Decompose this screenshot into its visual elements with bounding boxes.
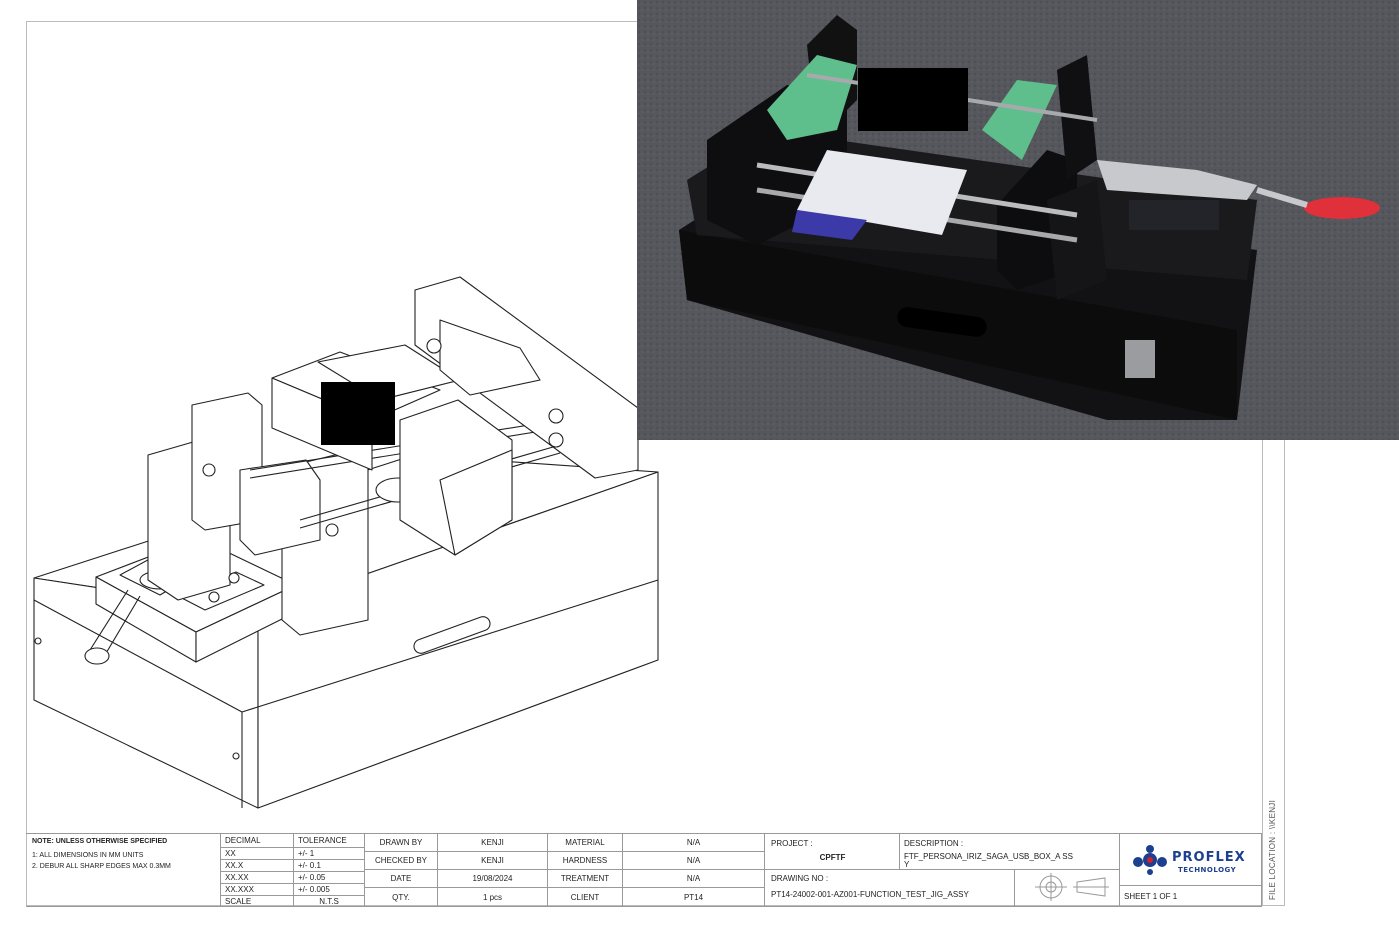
tolerance-value: +/- 1 — [294, 848, 365, 860]
client-value: PT14 — [623, 888, 765, 907]
file-location: FILE LOCATION : \\KENJI — [1268, 799, 1277, 900]
third-angle-projection-icon — [1035, 873, 1109, 901]
qty-label: QTY. — [365, 888, 438, 907]
scale-value: N.T.S — [294, 896, 365, 907]
qty-value: 1 pcs — [438, 888, 548, 907]
checked-by-label: CHECKED BY — [365, 852, 438, 870]
scale-label: SCALE — [221, 896, 294, 907]
jig-photo — [637, 0, 1399, 440]
note-item: 1: ALL DIMENSIONS IN MM UNITS — [32, 852, 144, 859]
decimal-value: XX.XX — [221, 872, 294, 884]
sheet-number: SHEET 1 OF 1 — [1120, 886, 1262, 907]
notes-title: NOTE: UNLESS OTHERWISE SPECIFIED — [32, 838, 168, 845]
project-cell: PROJECT : CPFTF — [765, 834, 900, 870]
description-label: DESCRIPTION : — [904, 839, 964, 848]
client-label: CLIENT — [548, 888, 623, 907]
redaction-box — [321, 382, 395, 445]
redaction-box-photo — [858, 68, 968, 131]
project-value: CPFTF — [819, 853, 846, 862]
tolerance-value: +/- 0.005 — [294, 884, 365, 896]
decimal-header: DECIMAL — [221, 834, 294, 848]
decimal-value: XX.X — [221, 860, 294, 872]
decimal-value: XX.XXX — [221, 884, 294, 896]
date-value: 19/08/2024 — [438, 870, 548, 888]
tolerance-value: +/- 0.05 — [294, 872, 365, 884]
company-logo-cell: PROFLEX TECHNOLOGY — [1120, 834, 1262, 886]
drawing-no-label: DRAWING NO : — [771, 874, 829, 883]
notes-cell: NOTE: UNLESS OTHERWISE SPECIFIED 1: ALL … — [26, 834, 221, 907]
treatment-label: TREATMENT — [548, 870, 623, 888]
tolerance-header: TOLERANCE — [294, 834, 365, 848]
description-value: FTF_PERSONA_IRIZ_SAGA_USB_BOX_A SSY — [904, 852, 1073, 869]
tolerance-value: +/- 0.1 — [294, 860, 365, 872]
proflex-logo-icon — [1133, 845, 1167, 875]
hardness-value: N/A — [623, 852, 765, 870]
projection-symbol-cell — [1015, 870, 1120, 907]
drawn-by-label: DRAWN BY — [365, 834, 438, 852]
description-cell: DESCRIPTION : FTF_PERSONA_IRIZ_SAGA_USB_… — [900, 834, 1120, 870]
hardness-label: HARDNESS — [548, 852, 623, 870]
note-item: 2. DEBUR ALL SHARP EDGES MAX 0.3MM — [32, 863, 171, 870]
title-block: NOTE: UNLESS OTHERWISE SPECIFIED 1: ALL … — [26, 833, 1262, 907]
company-name: PROFLEX — [1172, 850, 1246, 865]
material-value: N/A — [623, 834, 765, 852]
drawing-no-cell: DRAWING NO : PT14-24002-001-AZ001-FUNCTI… — [765, 870, 1015, 907]
drawing-no-value: PT14-24002-001-AZ001-FUNCTION_TEST_JIG_A… — [771, 890, 969, 899]
treatment-value: N/A — [623, 870, 765, 888]
drawn-by-value: KENJI — [438, 834, 548, 852]
project-label: PROJECT : — [771, 839, 813, 848]
date-label: DATE — [365, 870, 438, 888]
material-label: MATERIAL — [548, 834, 623, 852]
decimal-value: XX — [221, 848, 294, 860]
checked-by-value: KENJI — [438, 852, 548, 870]
company-tagline: TECHNOLOGY — [1178, 866, 1237, 874]
